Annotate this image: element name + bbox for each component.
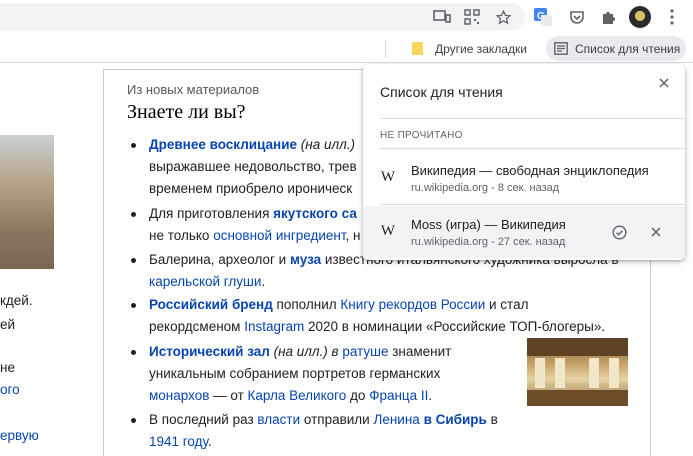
article-link[interactable]: Российский бренд bbox=[149, 297, 273, 312]
item-text: Для приготовления bbox=[149, 206, 274, 221]
section-kicker: Из новых материалов bbox=[127, 82, 260, 97]
item-text: . bbox=[261, 274, 266, 289]
menu-icon[interactable] bbox=[660, 5, 684, 29]
reading-list-item[interactable]: W Moss (игра) — Википедия ru.wikipedia.o… bbox=[363, 206, 685, 258]
reading-list-label: Список для чтения bbox=[575, 42, 681, 56]
left-column: кдей. ей не ого ервую bbox=[0, 63, 80, 456]
article-link[interactable]: муза bbox=[290, 252, 321, 267]
article-link[interactable]: основной ингредиент bbox=[213, 228, 345, 243]
left-fragment-5[interactable]: ервую bbox=[0, 428, 39, 443]
article-link[interactable]: Книгу рекордов России bbox=[340, 297, 485, 312]
article-link[interactable]: 1941 году bbox=[149, 434, 208, 449]
article-link[interactable]: якутского са bbox=[273, 206, 357, 221]
article-link[interactable]: ратуше bbox=[342, 344, 388, 359]
reading-list-panel: Список для чтения НЕ ПРОЧИТАНО W Википед… bbox=[363, 64, 685, 260]
bullet bbox=[131, 212, 136, 217]
panel-title: Список для чтения bbox=[380, 84, 503, 100]
item-text: В последний раз bbox=[149, 412, 258, 427]
item-text: . bbox=[207, 434, 212, 449]
left-fragment-3: не bbox=[0, 360, 15, 375]
bullet bbox=[131, 143, 136, 148]
item-text: . bbox=[428, 388, 433, 403]
divider bbox=[380, 204, 685, 205]
hall-photo-thumbnail[interactable] bbox=[527, 338, 628, 406]
bullet bbox=[131, 303, 136, 308]
translate-icon[interactable]: G bbox=[531, 5, 555, 29]
other-bookmarks-button[interactable]: Другие закладки bbox=[398, 38, 533, 60]
star-icon[interactable] bbox=[491, 5, 515, 29]
qr-code-icon[interactable] bbox=[460, 5, 484, 29]
item-text: и стал bbox=[485, 297, 529, 312]
item-text: знаменит bbox=[388, 344, 452, 359]
avatar-icon[interactable] bbox=[628, 5, 652, 29]
article-link[interactable]: Франца II bbox=[369, 388, 428, 403]
item-text: 2020 в номинации «Российские ТОП-блогеры… bbox=[304, 319, 606, 334]
item-text: до bbox=[346, 388, 370, 403]
reading-list-item[interactable]: W Википедия — свободная энциклопедия ru.… bbox=[363, 152, 685, 204]
item-text: — от bbox=[209, 388, 248, 403]
left-fragment-4[interactable]: ого bbox=[0, 382, 20, 397]
item-text: , н bbox=[345, 228, 361, 243]
folder-icon bbox=[412, 42, 423, 55]
divider bbox=[380, 118, 685, 119]
article-link[interactable]: Ленина bbox=[373, 412, 419, 427]
section-label: НЕ ПРОЧИТАНО bbox=[380, 130, 463, 141]
item-text: (на илл.) в bbox=[269, 344, 343, 359]
bookmarks-bar: Другие закладки Список для чтения bbox=[0, 34, 693, 63]
item-text: выражавшее недовольство, трев bbox=[149, 159, 357, 174]
bullet bbox=[131, 350, 136, 355]
wikipedia-favicon: W bbox=[380, 223, 396, 239]
article-link[interactable]: Древнее восклицание bbox=[149, 137, 297, 152]
close-icon[interactable] bbox=[653, 72, 675, 94]
item-source: ru.wikipedia.org - 27 сек. назад bbox=[411, 236, 566, 248]
remove-icon[interactable] bbox=[645, 221, 667, 243]
divider bbox=[380, 148, 685, 149]
bookmarks-separator bbox=[385, 40, 386, 58]
article-link[interactable]: карельской глуши bbox=[149, 274, 261, 289]
item-text: Балерина, археолог и bbox=[149, 252, 290, 267]
item-text: (на илл.) bbox=[297, 137, 355, 152]
item-text: пополнил bbox=[272, 297, 341, 312]
article-link[interactable]: власти bbox=[257, 412, 300, 427]
pocket-icon[interactable] bbox=[565, 5, 589, 29]
item-text: рекордсменом bbox=[149, 319, 245, 334]
bullet bbox=[131, 258, 136, 263]
section-title: Знаете ли вы? bbox=[127, 101, 246, 123]
mark-read-icon[interactable] bbox=[608, 221, 630, 243]
reading-list-icon bbox=[554, 42, 568, 60]
bullet bbox=[131, 418, 136, 423]
article-link[interactable]: Карла Великого bbox=[248, 388, 347, 403]
item-text: временем приобрело ироническ bbox=[149, 181, 353, 196]
item-title: Википедия — свободная энциклопедия bbox=[411, 163, 649, 178]
article-link[interactable]: Исторический зал bbox=[149, 344, 270, 359]
article-link[interactable]: монархов bbox=[149, 388, 209, 403]
item-text: не только bbox=[149, 228, 214, 243]
cast-icon[interactable] bbox=[430, 5, 454, 29]
wikipedia-favicon: W bbox=[380, 169, 396, 185]
article-link[interactable]: Instagram bbox=[244, 319, 304, 334]
left-fragment-2: ей bbox=[0, 317, 16, 332]
left-fragment-1: кдей. bbox=[0, 293, 33, 308]
item-text: уникальным собранием портретов германски… bbox=[149, 366, 441, 381]
reading-list-button[interactable]: Список для чтения bbox=[546, 36, 686, 61]
other-bookmarks-label: Другие закладки bbox=[435, 42, 527, 56]
city-photo-thumbnail[interactable] bbox=[0, 135, 54, 269]
item-text: в bbox=[486, 412, 498, 427]
item-text: отправили bbox=[300, 412, 374, 427]
extensions-icon[interactable] bbox=[596, 5, 620, 29]
item-source: ru.wikipedia.org - 8 сек. назад bbox=[411, 182, 560, 194]
item-title: Moss (игра) — Википедия bbox=[411, 217, 566, 232]
article-link[interactable]: в Сибирь bbox=[420, 412, 487, 427]
browser-toolbar: G bbox=[0, 0, 693, 34]
